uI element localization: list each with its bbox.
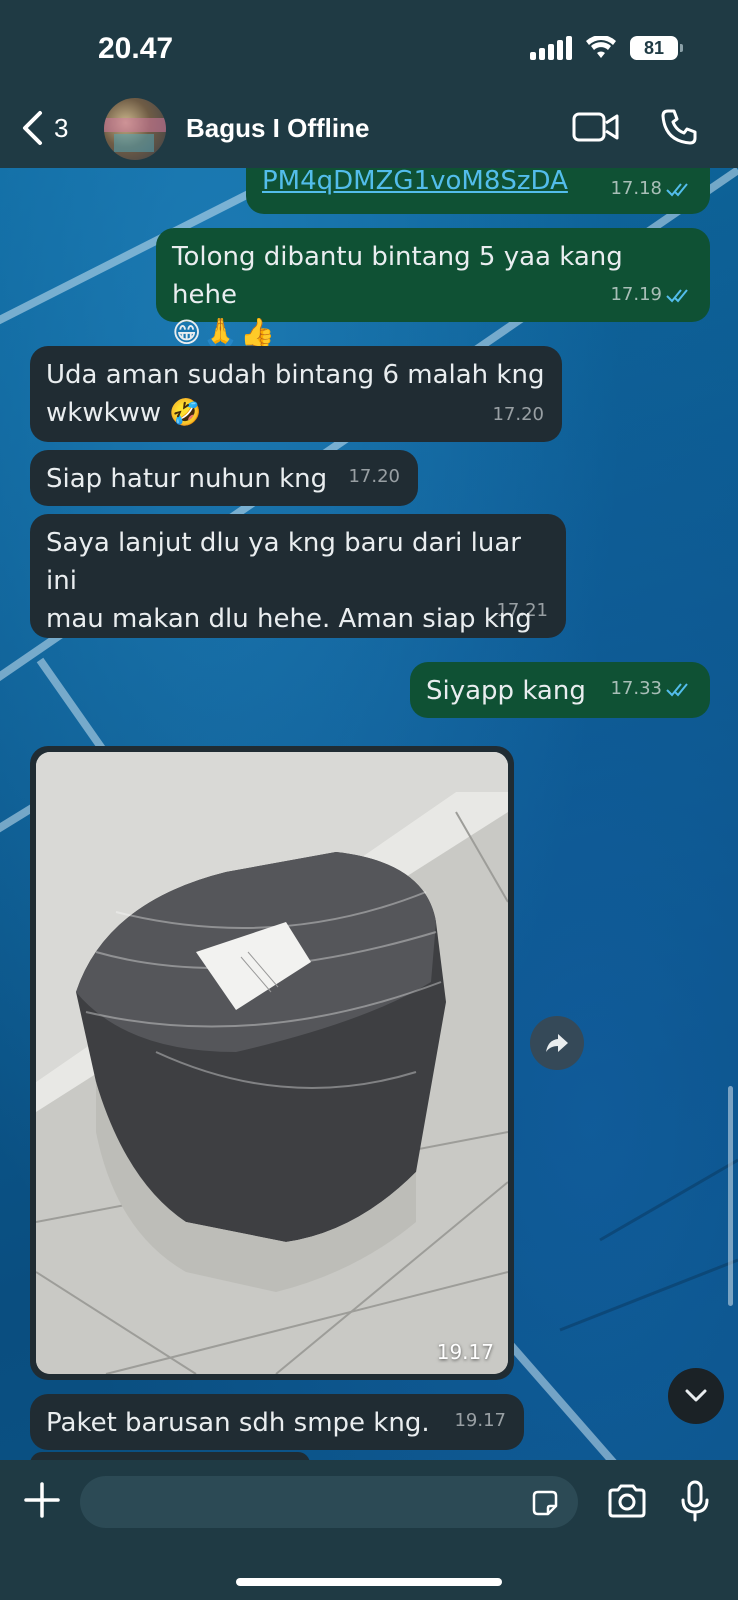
chevron-left-icon	[23, 111, 42, 145]
status-time: 20.47	[98, 32, 174, 65]
message-bubble-incoming[interactable]: Siap hatur nuhun kng 17.20	[30, 450, 418, 506]
message-meta: 17.20	[348, 458, 400, 496]
message-meta: 17.21	[496, 592, 548, 630]
status-icons: 81	[530, 36, 683, 60]
forward-button[interactable]	[530, 1016, 584, 1070]
message-bubble-incoming[interactable]: Uda aman sudah bintang 6 malah kng wkwkw…	[30, 346, 562, 442]
message-text: Paket barusan sdh smpe kng.	[46, 1408, 430, 1438]
sticker-icon[interactable]	[530, 1488, 560, 1518]
message-composer	[0, 1460, 738, 1600]
message-time: 19.17	[436, 1340, 494, 1364]
header-actions	[572, 108, 698, 146]
message-meta: 17.20	[492, 396, 544, 434]
image-message[interactable]: 19.17	[30, 746, 514, 1380]
wifi-icon	[586, 36, 616, 58]
message-time: 17.21	[496, 600, 548, 621]
read-receipt-icon	[666, 289, 688, 303]
message-meta: 19.17	[454, 1402, 506, 1440]
partial-message-bubble	[30, 1452, 310, 1460]
message-time: 17.19	[610, 284, 662, 305]
message-time: 17.33	[610, 678, 662, 699]
package-photo[interactable]: 19.17	[36, 752, 508, 1374]
scroll-to-bottom-button[interactable]	[668, 1368, 724, 1424]
message-meta: 17.18	[610, 170, 692, 208]
scrollbar[interactable]	[728, 1086, 733, 1306]
forward-icon	[546, 1034, 568, 1052]
contact-name[interactable]: Bagus I Offline	[186, 113, 369, 144]
message-text: Saya lanjut dlu ya kng baru dari luar in…	[46, 528, 521, 596]
message-text: Uda aman sudah bintang 6 malah kng	[46, 360, 545, 390]
message-input-box[interactable]	[80, 1476, 578, 1528]
read-receipt-icon	[666, 183, 688, 197]
message-bubble-outgoing[interactable]: Tolong dibantu bintang 5 yaa kang hehe 😁…	[156, 228, 710, 349]
chevron-down-icon	[685, 1389, 707, 1402]
avatar[interactable]	[104, 98, 166, 160]
unread-count: 3	[54, 112, 69, 143]
message-input[interactable]	[98, 1484, 498, 1520]
battery-icon: 81	[630, 36, 683, 60]
message-bubble-incoming[interactable]: Saya lanjut dlu ya kng baru dari luar in…	[30, 514, 566, 638]
microphone-icon[interactable]	[680, 1480, 710, 1522]
message-time: 17.20	[348, 466, 400, 487]
message-bubble-incoming[interactable]: Paket barusan sdh smpe kng. 19.17	[30, 1394, 524, 1450]
plus-icon[interactable]	[22, 1480, 62, 1520]
message-text-line2: mau makan dlu hehe. Aman siap kng	[46, 604, 532, 634]
message-time: 19.17	[454, 1410, 506, 1431]
message-bubble-outgoing[interactable]: Siyapp kang 17.33	[410, 662, 710, 718]
message-meta: 17.19	[610, 276, 692, 314]
back-button[interactable]: 3	[20, 110, 68, 146]
read-receipt-icon	[666, 683, 688, 697]
camera-icon[interactable]	[606, 1484, 648, 1518]
message-time: 17.18	[610, 178, 662, 199]
message-link[interactable]: PM4qDMZG1voM8SzDA	[262, 168, 568, 196]
message-bubble-outgoing[interactable]: PM4qDMZG1voM8SzDA 17.18	[246, 168, 710, 214]
signal-icon	[530, 36, 572, 60]
voice-call-icon[interactable]	[660, 108, 698, 146]
chat-area[interactable]: PM4qDMZG1voM8SzDA 17.18 Tolong dibantu b…	[0, 168, 738, 1460]
message-time: 17.20	[492, 404, 544, 425]
chat-header: 20.47 81 3 Bagus I Offline	[0, 0, 738, 168]
message-text-line2: wkwkww 🤣	[46, 398, 202, 428]
message-meta: 17.33	[610, 670, 692, 708]
home-indicator	[236, 1578, 502, 1586]
video-call-icon[interactable]	[572, 110, 620, 144]
